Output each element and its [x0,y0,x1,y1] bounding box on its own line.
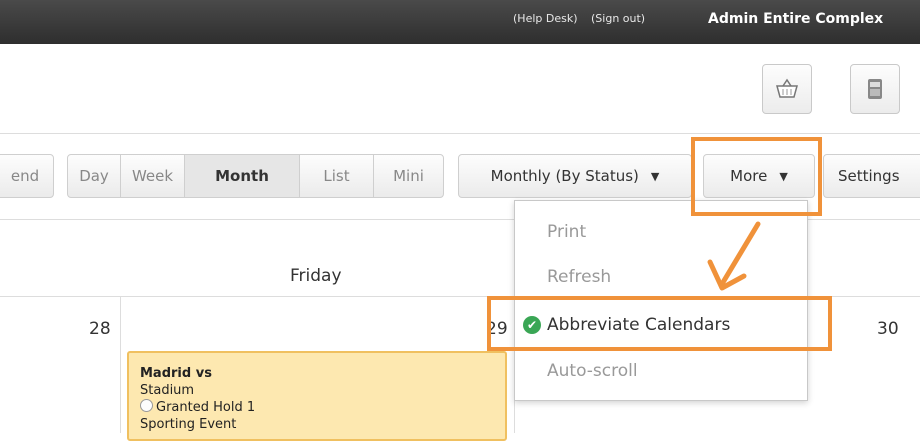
menu-item-refresh[interactable]: Refresh [547,267,611,287]
view-month-button[interactable]: Month [184,154,300,198]
mode-dropdown[interactable]: Monthly (By Status) ▼ [458,154,692,198]
calendar-grid-line [120,296,121,433]
sign-out-link[interactable]: (Sign out) [591,12,645,25]
event-location: Stadium [140,383,195,398]
settings-button[interactable]: Settings [823,154,920,198]
day-number: 30 [877,319,899,339]
event-status-label: Granted Hold 1 [156,400,256,415]
view-list-button[interactable]: List [299,154,374,198]
basket-button[interactable] [762,64,812,114]
view-week-button[interactable]: Week [120,154,185,198]
help-desk-link[interactable]: (Help Desk) [513,12,578,25]
view-day-button[interactable]: Day [67,154,121,198]
calculator-button[interactable] [850,64,900,114]
top-bar: (Help Desk) (Sign out) Admin Entire Comp… [0,0,920,44]
menu-item-auto-scroll[interactable]: Auto-scroll [547,361,638,381]
divider-top [0,133,920,134]
menu-item-print[interactable]: Print [547,222,586,242]
event-status: Granted Hold 1 [140,399,505,416]
top-links: (Help Desk) (Sign out) [513,12,655,25]
status-circle-icon [140,399,153,412]
calendar-event[interactable]: Madrid vs Stadium Granted Hold 1 Sportin… [127,351,507,441]
account-name: Admin Entire Complex [708,11,884,27]
annotation-arrow-icon [707,221,761,291]
event-type: Sporting Event [140,417,237,432]
basket-icon [776,78,798,98]
view-mini-button[interactable]: Mini [373,154,444,198]
chevron-down-icon: ▼ [650,169,660,183]
weekday-header: Friday [290,266,342,286]
event-title: Madrid vs [140,366,212,381]
highlight-box-abbreviate [487,296,832,351]
calculator-icon [868,79,882,99]
day-number: 28 [89,319,111,339]
prev-nav-button[interactable]: end [0,154,54,198]
highlight-box-more [691,137,822,216]
mode-label: Monthly (By Status) [490,167,639,185]
